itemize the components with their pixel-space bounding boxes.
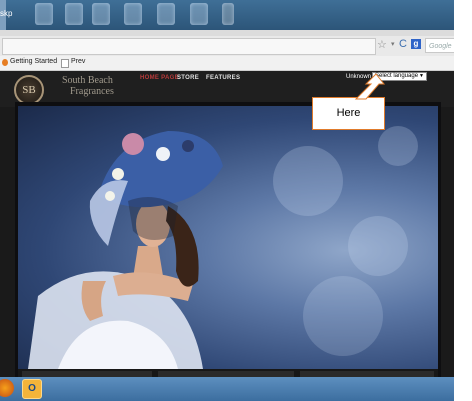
page-icon <box>61 59 69 68</box>
taskbar <box>0 377 472 401</box>
desktop-app-icon[interactable] <box>157 3 175 25</box>
woman-with-hat-figure <box>28 131 223 369</box>
brand-name-line2: Fragrances <box>70 86 114 97</box>
bookmarks-bar: Getting Started Prev <box>0 56 472 71</box>
callout-box: Here <box>312 97 385 130</box>
site-logo[interactable]: SB <box>14 75 44 105</box>
chevron-down-icon[interactable]: ▾ <box>391 40 395 48</box>
navigation-bar: ☆ ▾ C g Google <box>0 36 472 57</box>
window-edge <box>454 0 472 401</box>
firefox-bookmark-icon <box>2 59 8 66</box>
nav-store[interactable]: STORE <box>177 75 199 81</box>
desktop-partial-label: skp <box>0 9 13 18</box>
desktop-app-icon[interactable] <box>65 3 83 25</box>
desktop-app-icon[interactable] <box>124 3 142 25</box>
outlook-taskbar-icon[interactable]: O <box>22 379 42 399</box>
google-icon[interactable]: g <box>411 39 421 49</box>
desktop-app-icon[interactable] <box>35 3 53 25</box>
bookmark-prev[interactable]: Prev <box>71 58 85 65</box>
bookmark-getting-started[interactable]: Getting Started <box>10 58 57 65</box>
callout-arrow <box>354 73 386 100</box>
chevron-down-icon: ▼ <box>419 73 424 79</box>
hero-image <box>18 106 438 369</box>
bookmark-star-icon[interactable]: ☆ <box>377 38 387 51</box>
desktop-app-icon[interactable] <box>190 3 208 25</box>
nav-features[interactable]: FEATURES <box>206 75 240 81</box>
desktop-app-icon[interactable] <box>222 3 234 25</box>
brand-name-line1: South Beach <box>62 75 113 86</box>
desktop-app-icon[interactable] <box>92 3 110 25</box>
reload-icon[interactable]: C <box>399 38 407 50</box>
nav-home-page[interactable]: HOME PAGE <box>140 75 179 81</box>
address-input[interactable] <box>2 38 376 55</box>
